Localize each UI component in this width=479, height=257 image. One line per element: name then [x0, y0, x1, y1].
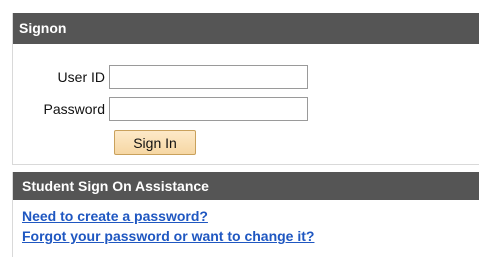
assistance-header: Student Sign On Assistance	[13, 172, 479, 200]
signon-panel: Signon User ID Password Sign In	[12, 13, 479, 165]
assistance-panel: Student Sign On Assistance Need to creat…	[12, 172, 479, 257]
user-id-input[interactable]	[109, 65, 308, 89]
user-id-label: User ID	[57, 69, 105, 85]
forgot-password-link[interactable]: Forgot your password or want to change i…	[22, 228, 314, 244]
create-password-link[interactable]: Need to create a password?	[22, 208, 208, 224]
password-input[interactable]	[109, 97, 308, 121]
sign-in-button[interactable]: Sign In	[114, 130, 196, 155]
signon-header: Signon	[13, 13, 479, 44]
signon-page: Signon User ID Password Sign In Student …	[0, 0, 479, 257]
password-label: Password	[43, 101, 105, 117]
password-row: Password	[13, 97, 308, 121]
user-id-row: User ID	[13, 65, 308, 89]
